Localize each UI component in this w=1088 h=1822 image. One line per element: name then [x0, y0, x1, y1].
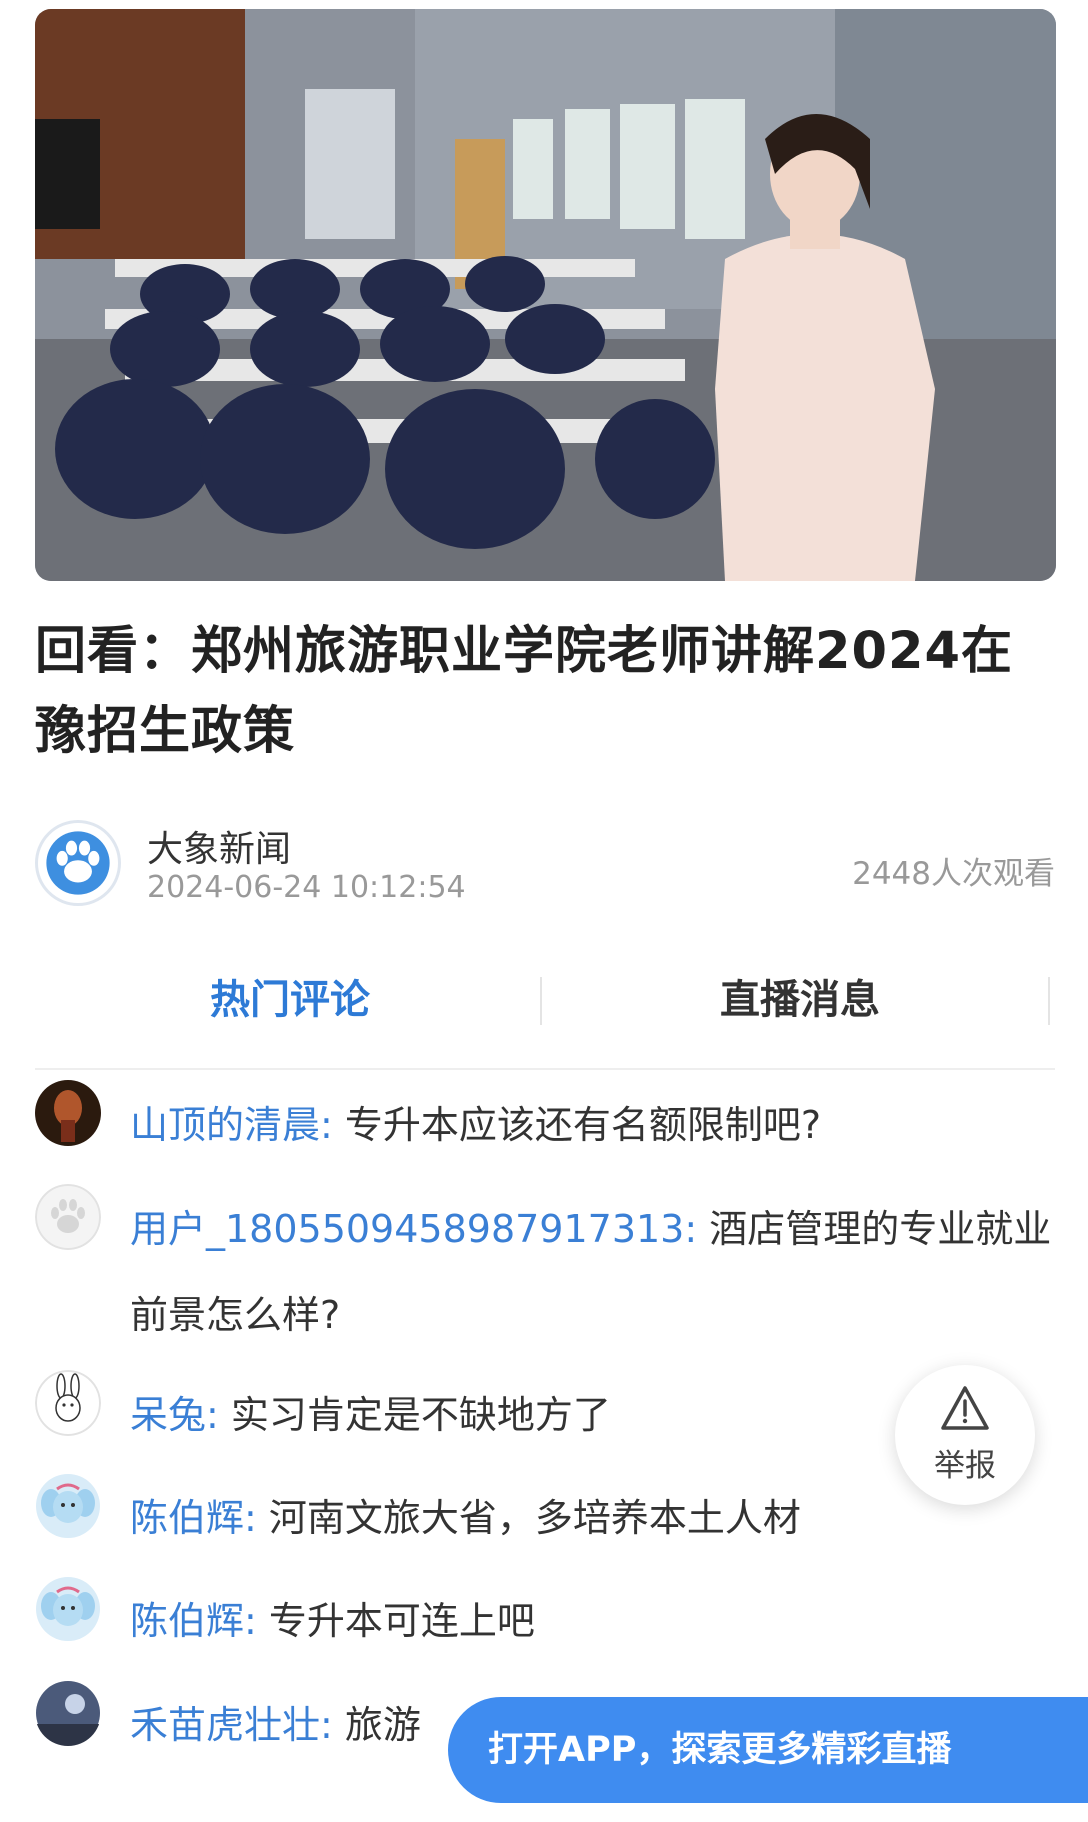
comment-text: 专升本可连上吧 [268, 1599, 535, 1643]
tab-bar: 热门评论 直播消息 [35, 965, 1055, 1070]
comment-username[interactable]: 山顶的清晨: [130, 1103, 333, 1147]
author-name[interactable]: 大象新闻 [147, 820, 291, 872]
open-app-button[interactable]: 打开APP，探索更多精彩直播 [448, 1697, 1088, 1803]
comment-username[interactable]: 用户_1805509458987917313: [130, 1207, 697, 1251]
avatar[interactable] [35, 1680, 101, 1746]
tab-hot-comments[interactable]: 热门评论 [35, 965, 545, 1035]
video-thumbnail[interactable] [35, 9, 1056, 581]
avatar[interactable] [35, 1184, 101, 1250]
avatar[interactable] [35, 1576, 101, 1642]
report-button[interactable]: 举报 [895, 1365, 1035, 1505]
comment-text: 河南文旅大省，多培养本土人材 [268, 1496, 801, 1540]
warning-icon [941, 1386, 989, 1430]
author-row: 大象新闻 2024-06-24 10:12:54 2448人次观看 [35, 820, 1055, 910]
page: 回看：郑州旅游职业学院老师讲解2024在豫招生政策 大象新闻 2024-06-2… [0, 0, 1088, 1822]
comment-text-block: 用户_1805509458987917313: 酒店管理的专业就业前景怎么样? [130, 1186, 1055, 1358]
avatar[interactable] [35, 1473, 101, 1539]
publish-time: 2024-06-24 10:12:54 [147, 870, 466, 905]
tab-divider [1048, 977, 1050, 1025]
report-label: 举报 [934, 1448, 996, 1484]
comment-text: 旅游 [344, 1703, 421, 1747]
video-frame [35, 9, 1056, 581]
comment-username[interactable]: 禾苗虎壮壮: [130, 1703, 333, 1747]
comment-text-block: 陈伯辉: 专升本可连上吧 [130, 1578, 1055, 1664]
comment-username[interactable]: 陈伯辉: [130, 1496, 257, 1540]
paw-logo-icon[interactable] [35, 820, 121, 906]
comment-text-block: 陈伯辉: 河南文旅大省，多培养本土人材 [130, 1475, 1055, 1561]
comment-text-block: 山顶的清晨: 专升本应该还有名额限制吧? [130, 1082, 1055, 1168]
comment-username[interactable]: 陈伯辉: [130, 1599, 257, 1643]
page-title: 回看：郑州旅游职业学院老师讲解2024在豫招生政策 [35, 622, 1013, 761]
tab-live-messages[interactable]: 直播消息 [545, 965, 1055, 1035]
avatar[interactable] [35, 1080, 101, 1146]
view-count: 2448人次观看 [852, 856, 1055, 892]
comment-username[interactable]: 呆兔: [130, 1393, 219, 1437]
tab-divider [540, 977, 542, 1025]
comment-text: 实习肯定是不缺地方了 [230, 1393, 611, 1437]
comment-text: 专升本应该还有名额限制吧? [344, 1103, 822, 1147]
avatar[interactable] [35, 1370, 101, 1436]
